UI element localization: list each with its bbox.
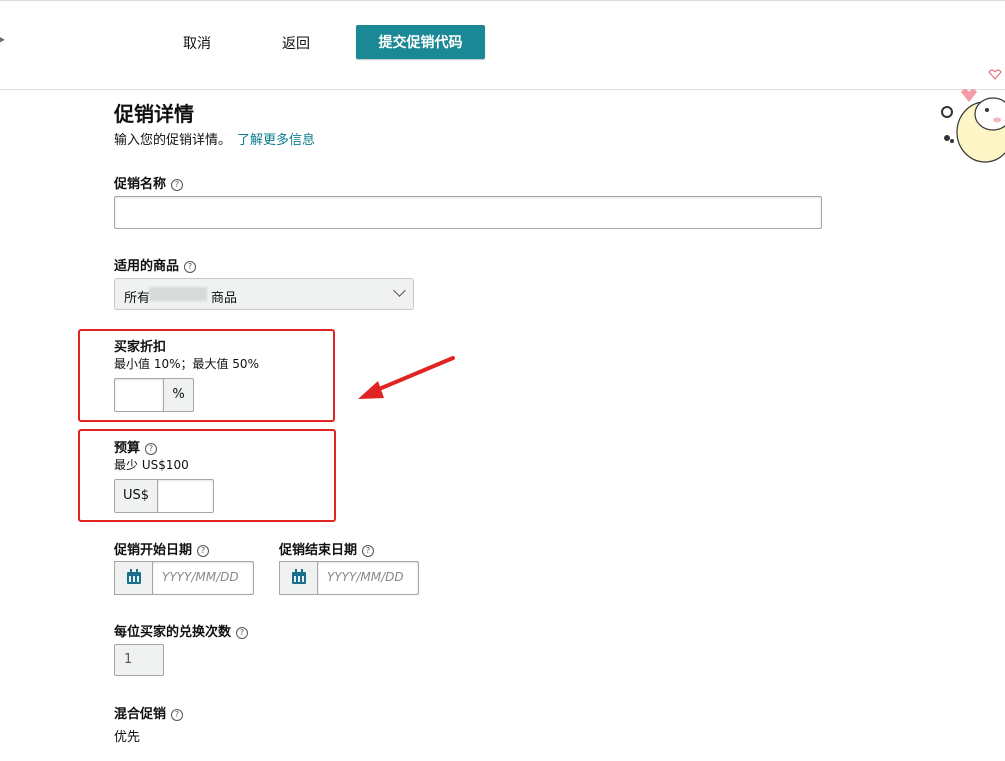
cancel-button[interactable]: 取消 xyxy=(183,33,211,53)
promo-name-input[interactable] xyxy=(114,196,822,229)
redemptions-input[interactable]: 1 xyxy=(114,644,164,676)
applicable-products-label-text: 适用的商品 xyxy=(114,259,180,274)
start-date-label: 促销开始日期? xyxy=(114,539,210,558)
learn-more-link[interactable]: 了解更多信息 xyxy=(237,133,315,148)
calendar-icon xyxy=(127,569,141,584)
promo-name-label: 促销名称? xyxy=(114,173,184,192)
help-icon[interactable]: ? xyxy=(236,627,249,639)
buyer-discount-label: 买家折扣 xyxy=(114,340,167,355)
redemptions-label: 每位买家的兑换次数? xyxy=(114,621,249,640)
buyer-discount-hint: 最小值 10%；最大值 50% xyxy=(114,357,259,371)
help-icon[interactable]: ? xyxy=(184,261,197,273)
budget-hint: 最少 US$100 xyxy=(114,458,189,472)
redemptions-label-text: 每位买家的兑换次数 xyxy=(114,625,232,640)
end-date-input[interactable]: YYYY/MM/DD xyxy=(317,561,419,595)
start-date-label-text: 促销开始日期 xyxy=(114,543,193,558)
combined-promo-label: 混合促销? xyxy=(114,703,184,722)
top-toolbar xyxy=(0,0,1005,90)
edge-mark: ‣ xyxy=(0,33,6,49)
blurred-region xyxy=(149,287,207,301)
back-button[interactable]: 返回 xyxy=(282,33,310,53)
help-icon[interactable]: ? xyxy=(197,545,210,557)
cartoon-sticker-icon xyxy=(941,69,1005,163)
selected-suffix: 商品 xyxy=(211,291,238,306)
promo-name-label-text: 促销名称 xyxy=(114,177,167,192)
end-date-label-text: 促销结束日期 xyxy=(279,543,358,558)
budget-label: 预算? xyxy=(114,437,158,456)
applicable-products-select[interactable]: 所有 商品 xyxy=(114,278,414,310)
help-icon[interactable]: ? xyxy=(145,443,158,455)
page-subtitle: 输入您的促销详情。 了解更多信息 xyxy=(114,129,315,148)
help-icon[interactable]: ? xyxy=(362,545,375,557)
start-date-calendar-button[interactable] xyxy=(114,561,153,595)
budget-input[interactable] xyxy=(157,479,214,513)
help-icon[interactable]: ? xyxy=(171,179,184,191)
annotation-arrow-icon xyxy=(358,356,455,399)
applicable-products-label: 适用的商品? xyxy=(114,255,197,274)
combined-promo-value: 优先 xyxy=(114,730,141,745)
combined-promo-label-text: 混合促销 xyxy=(114,707,167,722)
submit-promo-code-button[interactable]: 提交促销代码 xyxy=(356,25,485,59)
budget-label-text: 预算 xyxy=(114,441,141,456)
percent-addon: % xyxy=(163,378,194,412)
end-date-calendar-button[interactable] xyxy=(279,561,318,595)
selected-prefix: 所有 xyxy=(124,291,151,306)
start-date-input[interactable]: YYYY/MM/DD xyxy=(152,561,254,595)
currency-addon: US$ xyxy=(114,479,158,513)
chevron-down-icon xyxy=(393,284,406,297)
end-date-label: 促销结束日期? xyxy=(279,539,375,558)
calendar-icon xyxy=(292,569,306,584)
page-title: 促销详情 xyxy=(114,102,194,126)
help-icon[interactable]: ? xyxy=(171,709,184,721)
subtitle-text: 输入您的促销详情。 xyxy=(114,133,232,148)
buyer-discount-input[interactable] xyxy=(114,378,164,412)
